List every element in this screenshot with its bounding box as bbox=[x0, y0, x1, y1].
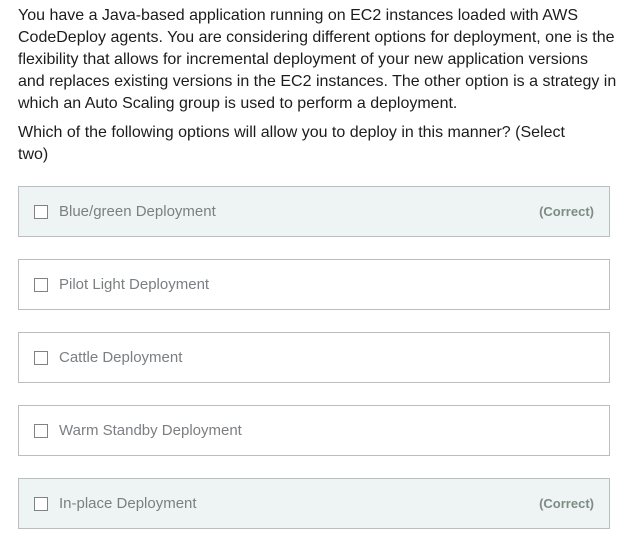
question-prompt: Which of the following options will allo… bbox=[18, 124, 565, 163]
checkbox[interactable] bbox=[34, 205, 48, 219]
checkbox[interactable] bbox=[34, 497, 48, 511]
correct-badge: (Correct) bbox=[539, 496, 594, 511]
option-label: In-place Deployment bbox=[59, 495, 197, 512]
correct-badge: (Correct) bbox=[539, 204, 594, 219]
option-blue-green[interactable]: Blue/green Deployment (Correct) bbox=[18, 186, 610, 237]
option-in-place[interactable]: In-place Deployment (Correct) bbox=[18, 478, 610, 529]
question-text: You have a Java-based application runnin… bbox=[18, 7, 617, 112]
checkbox[interactable] bbox=[34, 424, 48, 438]
option-warm-standby[interactable]: Warm Standby Deployment bbox=[18, 405, 610, 456]
option-label: Blue/green Deployment bbox=[59, 203, 216, 220]
option-pilot-light[interactable]: Pilot Light Deployment bbox=[18, 259, 610, 310]
option-label: Cattle Deployment bbox=[59, 349, 183, 366]
option-label: Pilot Light Deployment bbox=[59, 276, 210, 293]
checkbox[interactable] bbox=[34, 351, 48, 365]
checkbox[interactable] bbox=[34, 278, 48, 292]
option-cattle[interactable]: Cattle Deployment bbox=[18, 332, 610, 383]
option-label: Warm Standby Deployment bbox=[59, 422, 242, 439]
